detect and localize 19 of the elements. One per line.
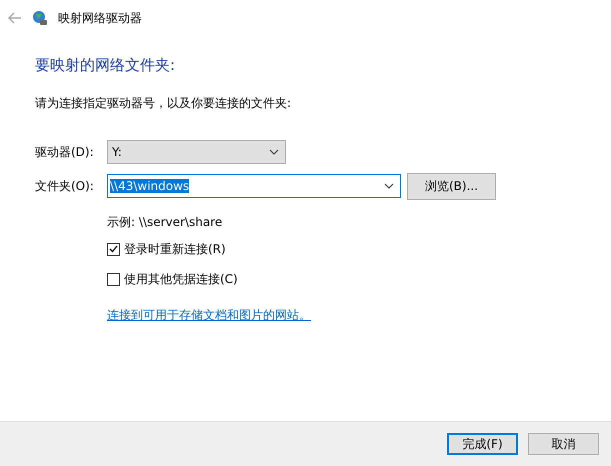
instruction-text: 请为连接指定驱动器号，以及你要连接的文件夹: [35,95,292,112]
cancel-button[interactable]: 取消 [528,433,599,455]
example-text: 示例: \\server\share [107,215,222,229]
drive-label: 驱动器(D): [35,144,95,160]
page-heading: 要映射的网络文件夹: [35,56,176,75]
window-title: 映射网络驱动器 [58,10,142,26]
checkbox[interactable] [107,272,120,286]
folder-label: 文件夹(O): [35,178,95,194]
network-drive-icon [32,10,48,26]
browse-button[interactable]: 浏览(B)... [407,172,496,200]
finish-button[interactable]: 完成(F) [447,433,518,455]
checkbox-label[interactable]: 使用其他凭据连接(C) [124,270,238,288]
website-link[interactable]: 连接到可用于存储文档和图片的网站。 [107,308,311,322]
chevron-down-icon [269,149,279,155]
checkbox[interactable] [107,242,120,256]
checkbox-label[interactable]: 登录时重新连接(R) [124,240,226,258]
chevron-down-icon [384,183,394,189]
drive-dropdown[interactable]: Y: [107,140,286,164]
folder-field[interactable]: \\43\windows [107,174,401,198]
